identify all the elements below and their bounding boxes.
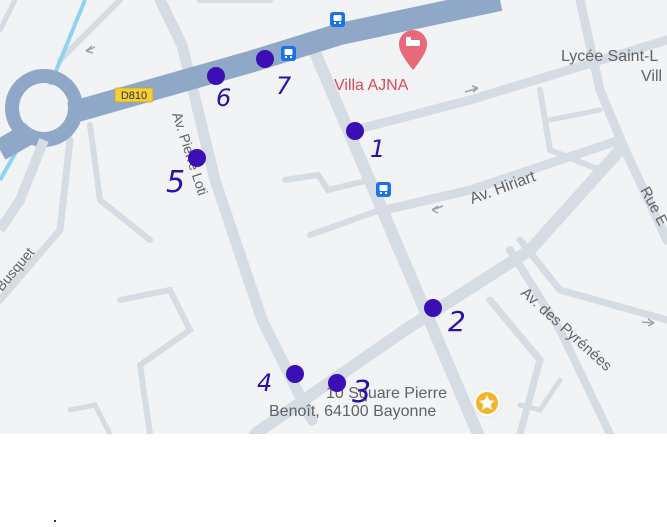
- marker-6[interactable]: [207, 67, 225, 85]
- annotation-3: 3: [352, 375, 371, 410]
- place-lycee-line1[interactable]: Lycée Saint-L: [561, 48, 658, 65]
- bus-stop-icon[interactable]: [330, 12, 345, 27]
- marker-7[interactable]: [256, 50, 274, 68]
- marker-2[interactable]: [424, 299, 442, 317]
- annotation-4: 4: [257, 369, 272, 397]
- marker-1[interactable]: [346, 122, 364, 140]
- annotation-5: 5: [166, 165, 185, 200]
- annotation-6: 6: [216, 84, 231, 112]
- annotation-1: 1: [370, 135, 385, 163]
- star-icon[interactable]: [472, 388, 502, 418]
- marker-3[interactable]: [328, 374, 346, 392]
- road-badge-label: D810: [121, 90, 147, 102]
- map-view[interactable]: D810 Villa AJNA Lycée Saint-L Vill Av. P…: [0, 0, 667, 434]
- annotation-2: 2: [448, 305, 466, 338]
- annotation-7: 7: [276, 72, 292, 100]
- marker-4[interactable]: [286, 365, 304, 383]
- place-lycee-line2: Vill: [641, 68, 662, 85]
- bus-stop-icon[interactable]: [376, 182, 391, 197]
- stray-dot: [54, 520, 56, 522]
- roundabout-center: [20, 84, 68, 132]
- place-villa-ajna[interactable]: Villa AJNA: [334, 77, 409, 94]
- bus-stop-icon[interactable]: [281, 46, 296, 61]
- marker-5[interactable]: [188, 149, 206, 167]
- road-badge: D810: [114, 87, 154, 103]
